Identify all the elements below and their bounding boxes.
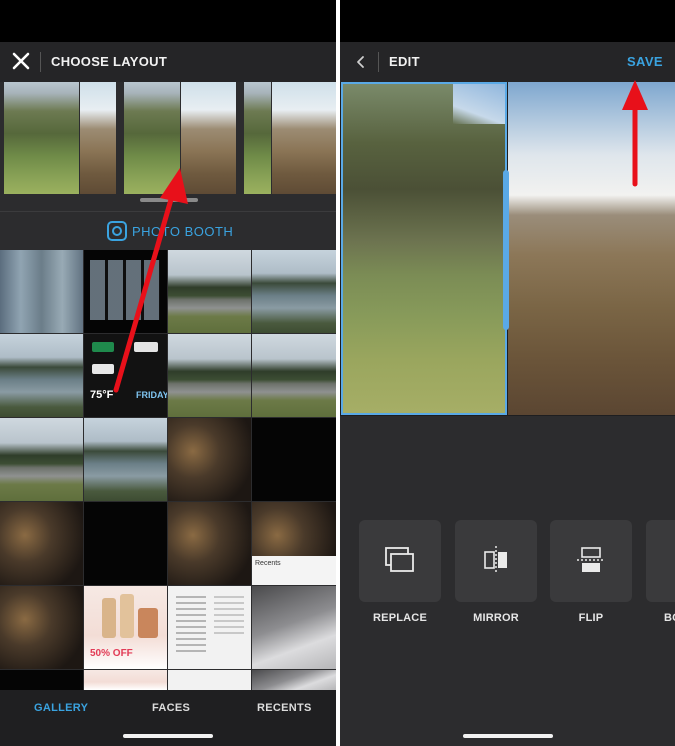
gallery-thumbnail[interactable]	[252, 250, 336, 333]
photo-booth-button[interactable]: PHOTO BOOTH	[0, 212, 336, 250]
edit-header: EDIT SAVE	[340, 42, 675, 82]
tab-faces[interactable]: FACES	[152, 702, 190, 714]
border-icon	[646, 520, 675, 602]
gallery-thumbnail[interactable]	[168, 334, 251, 417]
save-button[interactable]: SAVE	[627, 54, 663, 69]
gallery-thumbnail[interactable]	[84, 502, 167, 585]
recents-label: Recents	[255, 560, 281, 567]
status-bar	[0, 0, 336, 42]
day-sticker: FRIDAY	[136, 390, 167, 400]
home-indicator	[462, 734, 553, 738]
gallery-thumbnail[interactable]	[168, 418, 251, 501]
gallery-thumbnail[interactable]	[0, 334, 83, 417]
replace-label: REPLACE	[373, 612, 427, 624]
gallery-grid: 75°F FRIDAY Recents 50% OFF	[0, 250, 336, 690]
right-photo-panel[interactable]	[508, 82, 675, 415]
gallery-thumbnail[interactable]	[0, 418, 83, 501]
status-bar	[340, 0, 675, 42]
tab-recents[interactable]: RECENTS	[257, 702, 312, 714]
mirror-icon	[484, 546, 507, 574]
gallery-thumbnail[interactable]	[168, 586, 251, 669]
photo-booth-icon	[107, 221, 127, 241]
choose-layout-screen: CHOOSE LAYOUT PHOTO BOOTH 75°F FRIDAY Re…	[0, 0, 336, 746]
chevron-left-icon[interactable]	[354, 54, 368, 70]
border-label: BO	[664, 612, 675, 624]
mirror-button[interactable]	[455, 520, 537, 602]
flip-icon	[577, 547, 605, 572]
home-indicator	[123, 734, 213, 738]
flip-button[interactable]	[550, 520, 632, 602]
promo-text: 50% OFF	[90, 648, 133, 659]
replace-icon	[385, 547, 414, 572]
temperature-sticker: 75°F	[90, 389, 114, 401]
split-handle[interactable]	[503, 170, 509, 330]
layout-strip	[0, 82, 336, 200]
gallery-thumbnail[interactable]: 75°F FRIDAY	[84, 334, 167, 417]
gallery-thumbnail[interactable]	[0, 502, 83, 585]
header-divider	[40, 52, 41, 72]
gallery-thumbnail[interactable]	[0, 250, 83, 333]
layout-option[interactable]	[244, 82, 336, 194]
gallery-thumbnail[interactable]	[252, 418, 336, 501]
gallery-thumbnail[interactable]	[84, 670, 167, 690]
gallery-thumbnail[interactable]	[0, 586, 83, 669]
gallery-thumbnail[interactable]: 50% OFF	[84, 586, 167, 669]
gallery-thumbnail[interactable]	[252, 334, 336, 417]
border-button[interactable]	[646, 520, 675, 602]
header-divider	[378, 52, 379, 72]
layout-option[interactable]	[124, 82, 236, 194]
gallery-thumbnail[interactable]	[168, 670, 251, 690]
gallery-thumbnail[interactable]	[252, 670, 336, 690]
photo-booth-label: PHOTO BOOTH	[132, 224, 234, 239]
page-title: EDIT	[389, 54, 420, 69]
gallery-thumbnail[interactable]	[84, 418, 167, 501]
gallery-tab-bar: GALLERY FACES RECENTS	[0, 690, 336, 746]
gallery-thumbnail[interactable]	[252, 586, 336, 669]
gallery-thumbnail[interactable]	[84, 250, 167, 333]
close-icon[interactable]	[12, 52, 30, 70]
tab-gallery[interactable]: GALLERY	[34, 702, 88, 714]
replace-button[interactable]	[359, 520, 441, 602]
mirror-label: MIRROR	[473, 612, 519, 624]
left-photo-panel[interactable]	[341, 82, 507, 415]
page-title: CHOOSE LAYOUT	[51, 54, 168, 69]
edit-screen: EDIT SAVE REPLACE MIRROR FLIP B	[340, 0, 675, 746]
layout-canvas	[340, 82, 675, 416]
gallery-thumbnail[interactable]: Recents	[252, 502, 336, 585]
flip-label: FLIP	[578, 612, 604, 624]
choose-layout-header: CHOOSE LAYOUT	[0, 42, 336, 82]
gallery-thumbnail[interactable]	[168, 250, 251, 333]
drag-handle[interactable]	[140, 198, 198, 202]
gallery-thumbnail[interactable]	[168, 502, 251, 585]
layout-option[interactable]	[4, 82, 116, 194]
gallery-thumbnail[interactable]	[0, 670, 83, 690]
